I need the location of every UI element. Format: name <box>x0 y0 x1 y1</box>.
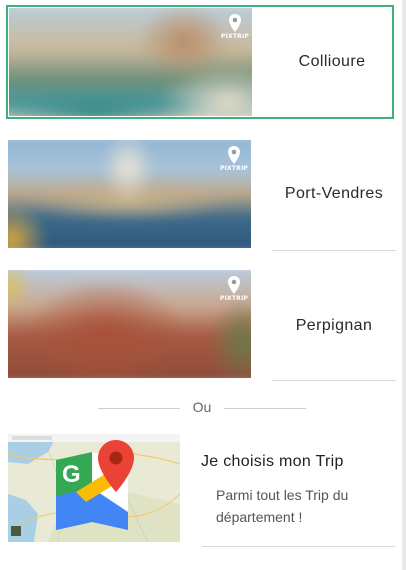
badge-text: PIXTRIP <box>220 165 248 172</box>
destination-image: PIXTRIP <box>8 270 251 378</box>
custom-trip-description: Parmi tout les Trip du département ! <box>216 487 349 525</box>
destination-image: PIXTRIP <box>9 8 252 116</box>
pixtrip-badge: PIXTRIP <box>219 276 249 302</box>
pixtrip-badge: PIXTRIP <box>220 14 250 40</box>
or-separator: Ou <box>0 397 406 419</box>
destination-card-collioure[interactable]: PIXTRIP Collioure <box>6 5 394 119</box>
google-maps-thumbnail[interactable]: G <box>8 434 180 542</box>
custom-trip-title[interactable]: Je choisis mon Trip <box>201 453 344 471</box>
destination-name: Port-Vendres <box>284 185 384 202</box>
destination-name: Perpignan <box>295 317 373 334</box>
pixtrip-badge: PIXTRIP <box>219 146 249 172</box>
destination-image: PIXTRIP <box>8 140 251 248</box>
destination-card-perpignan[interactable]: PIXTRIP Perpignan <box>8 270 396 381</box>
badge-text: PIXTRIP <box>221 33 249 40</box>
separator-line-left <box>98 408 180 409</box>
location-pin-icon <box>228 276 240 294</box>
scrollbar[interactable] <box>402 0 406 570</box>
svg-text:G: G <box>62 461 81 488</box>
separator-line-right <box>224 408 306 409</box>
row-divider <box>272 250 396 251</box>
badge-text: PIXTRIP <box>220 295 248 302</box>
row-divider <box>202 546 395 547</box>
location-pin-icon <box>228 146 240 164</box>
destination-card-port-vendres[interactable]: PIXTRIP Port-Vendres <box>8 140 396 251</box>
separator-label: Ou <box>192 399 212 415</box>
map-image: G <box>8 434 180 542</box>
location-pin-icon <box>229 14 241 32</box>
row-divider <box>272 380 396 381</box>
destination-name: Collioure <box>298 53 366 70</box>
